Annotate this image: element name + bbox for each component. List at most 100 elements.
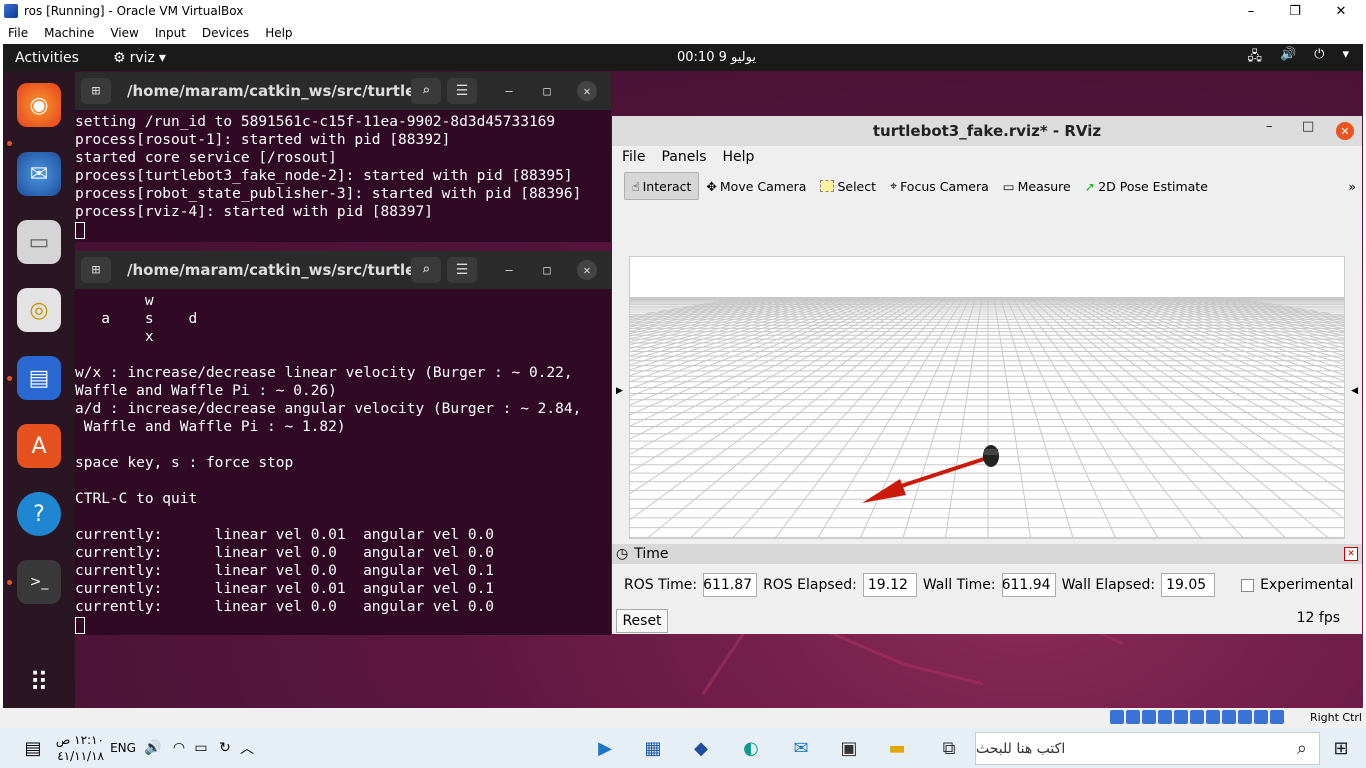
files-icon[interactable]: ▭ xyxy=(17,220,61,264)
vbox-title-bar: ros [Running] - Oracle VM VirtualBox – ❐… xyxy=(0,0,1366,22)
terminal-window-2[interactable]: ⊞ /home/maram/catkin_ws/src/turtle... ⌕ … xyxy=(75,251,611,635)
tool-measure[interactable]: ▭ Measure xyxy=(996,172,1078,200)
keyboard-icon[interactable] xyxy=(1270,710,1284,724)
wall-time-field[interactable]: 2611.94 xyxy=(1001,573,1056,597)
hamburger-menu-icon[interactable]: ☰ xyxy=(447,78,477,104)
libreoffice-writer-icon[interactable]: ▤ xyxy=(17,356,61,400)
reset-button[interactable]: Reset xyxy=(616,609,668,633)
tool-2d-pose-estimate[interactable]: ➚ 2D Pose Estimate xyxy=(1078,172,1215,200)
hdd-icon[interactable] xyxy=(1110,710,1124,724)
restore-button[interactable]: ❐ xyxy=(1272,0,1318,22)
menu-devices[interactable]: Devices xyxy=(194,26,257,40)
taskbar-clock[interactable]: ١٢:١٠ ص ٤١/١١/١٨ xyxy=(54,732,104,764)
app-menu[interactable]: ⚙ rviz ▾ xyxy=(113,50,166,66)
minimize-icon[interactable]: – xyxy=(1266,119,1273,134)
left-panel-toggle[interactable]: ▶ xyxy=(616,386,623,396)
network-icon: 🖧 xyxy=(1247,48,1262,64)
right-panel-toggle[interactable]: ◀ xyxy=(1351,386,1358,396)
time-panel-header: ◷ Time ✕ xyxy=(612,544,1362,564)
rhythmbox-icon[interactable]: ◎ xyxy=(17,288,61,332)
tool-move-camera[interactable]: ✥ Move Camera xyxy=(699,172,813,200)
terminal-output[interactable]: setting /run_id to 5891561c-c15f-11ea-99… xyxy=(75,110,611,242)
close-button[interactable]: ✕ xyxy=(1318,0,1364,22)
ros-elapsed-field[interactable]: 19.12 xyxy=(862,573,917,597)
thunderbird-icon[interactable]: ✉ xyxy=(17,152,61,196)
menu-file[interactable]: File xyxy=(612,149,651,165)
network-icon[interactable] xyxy=(1158,710,1172,724)
calendar-app-icon[interactable]: ▦ xyxy=(638,734,668,762)
virtualbox-taskbar-icon[interactable]: ◆ xyxy=(686,734,716,762)
file-explorer-icon[interactable]: ▬ xyxy=(882,734,912,762)
new-tab-icon[interactable]: ⊞ xyxy=(81,257,111,283)
language-indicator[interactable]: ENG xyxy=(108,734,138,762)
menu-help[interactable]: Help xyxy=(257,26,300,40)
software-center-icon[interactable]: A xyxy=(17,424,61,468)
maximize-icon[interactable]: □ xyxy=(1302,119,1314,134)
ros-time-field[interactable]: 2611.87 xyxy=(703,573,758,597)
display-icon[interactable] xyxy=(1206,710,1220,724)
ros-time-label: ROS Time: xyxy=(624,577,698,593)
activities-button[interactable]: Activities xyxy=(3,50,79,66)
system-tray[interactable]: 🖧 🔊 ⏻ ▾ xyxy=(1247,47,1349,69)
tool-interact[interactable]: ☝ Interact xyxy=(624,172,700,200)
maximize-icon[interactable]: □ xyxy=(537,260,557,280)
terminal-line: started core service [/rosout] xyxy=(75,150,337,166)
terminal-output[interactable]: w a s d x w/x : increase/decrease linear… xyxy=(75,289,611,635)
hamburger-menu-icon[interactable]: ☰ xyxy=(447,257,477,283)
terminal-icon[interactable]: >_ xyxy=(17,560,61,604)
show-apps-icon[interactable]: ⠿ xyxy=(17,661,61,705)
cpu-icon[interactable] xyxy=(1238,710,1252,724)
mail-icon[interactable]: ✉ xyxy=(786,734,816,762)
menu-machine[interactable]: Machine xyxy=(36,26,102,40)
chevron-up-icon[interactable]: ︿ xyxy=(232,734,262,762)
new-tab-icon[interactable]: ⊞ xyxy=(81,78,111,104)
chevron-down-icon: ▾ xyxy=(158,49,166,66)
green-arrow-icon: ➚ xyxy=(1084,178,1096,194)
task-view-icon[interactable]: ⧉ xyxy=(934,734,964,762)
shared-folder-icon[interactable] xyxy=(1190,710,1204,724)
firefox-icon[interactable]: ◉ xyxy=(17,83,61,127)
maximize-icon[interactable]: □ xyxy=(537,81,557,101)
clock[interactable]: 00:10 يوليو 9 xyxy=(677,50,756,65)
menu-help[interactable]: Help xyxy=(713,149,761,165)
experimental-checkbox[interactable] xyxy=(1241,578,1255,592)
notification-icon[interactable]: ▤ xyxy=(18,734,48,762)
taskbar-search-input[interactable]: اكتب هنا للبحث ⌕ xyxy=(975,732,1320,765)
audio-icon[interactable] xyxy=(1142,710,1156,724)
tool-focus-camera[interactable]: ⌖ Focus Camera xyxy=(883,172,996,200)
tool-label: Focus Camera xyxy=(900,178,989,194)
close-icon[interactable]: ✕ xyxy=(577,260,597,280)
wall-elapsed-field[interactable]: 19.05 xyxy=(1161,573,1216,597)
menu-panels[interactable]: Panels xyxy=(651,149,712,165)
terminal-header: ⊞ /home/maram/catkin_ws/src/turtle... ⌕ … xyxy=(75,251,611,289)
menu-input[interactable]: Input xyxy=(147,26,194,40)
minimize-icon[interactable]: – xyxy=(499,260,519,280)
mouse-icon[interactable] xyxy=(1254,710,1268,724)
help-icon[interactable]: ? xyxy=(17,492,61,536)
close-icon[interactable]: ✕ xyxy=(1344,547,1358,561)
close-icon[interactable]: ✕ xyxy=(1336,122,1354,140)
usb-icon[interactable] xyxy=(1174,710,1188,724)
terminal-window-1[interactable]: ⊞ /home/maram/catkin_ws/src/turtle... ⌕ … xyxy=(75,72,611,242)
minimize-button[interactable]: – xyxy=(1228,0,1274,22)
terminal-line: currently: linear vel 0.0 angular vel 0.… xyxy=(75,545,495,561)
media-player-icon[interactable]: ▶ xyxy=(590,734,620,762)
3d-view[interactable] xyxy=(629,256,1345,539)
optical-icon[interactable] xyxy=(1126,710,1140,724)
search-icon[interactable]: ⌕ xyxy=(411,78,441,104)
menu-view[interactable]: View xyxy=(102,26,146,40)
close-icon[interactable]: ✕ xyxy=(577,81,597,101)
edge-icon[interactable]: ◐ xyxy=(736,734,766,762)
more-tools-button[interactable]: » xyxy=(1348,179,1356,194)
tool-select[interactable]: Select xyxy=(813,172,883,200)
rviz-toolbar: ☝ Interact ✥ Move Camera Select ⌖ Focus Cam… xyxy=(612,170,1362,202)
menu-file[interactable]: File xyxy=(0,26,36,40)
store-icon[interactable]: ▣ xyxy=(834,734,864,762)
windows-start-icon[interactable]: ⊞ xyxy=(1326,734,1356,762)
recording-icon[interactable] xyxy=(1222,710,1236,724)
rviz-window[interactable]: turtlebot3_fake.rviz* - RViz – □ ✕ File … xyxy=(612,116,1362,634)
tool-label: Interact xyxy=(642,178,692,194)
search-icon[interactable]: ⌕ xyxy=(411,257,441,283)
minimize-icon[interactable]: – xyxy=(499,81,519,101)
